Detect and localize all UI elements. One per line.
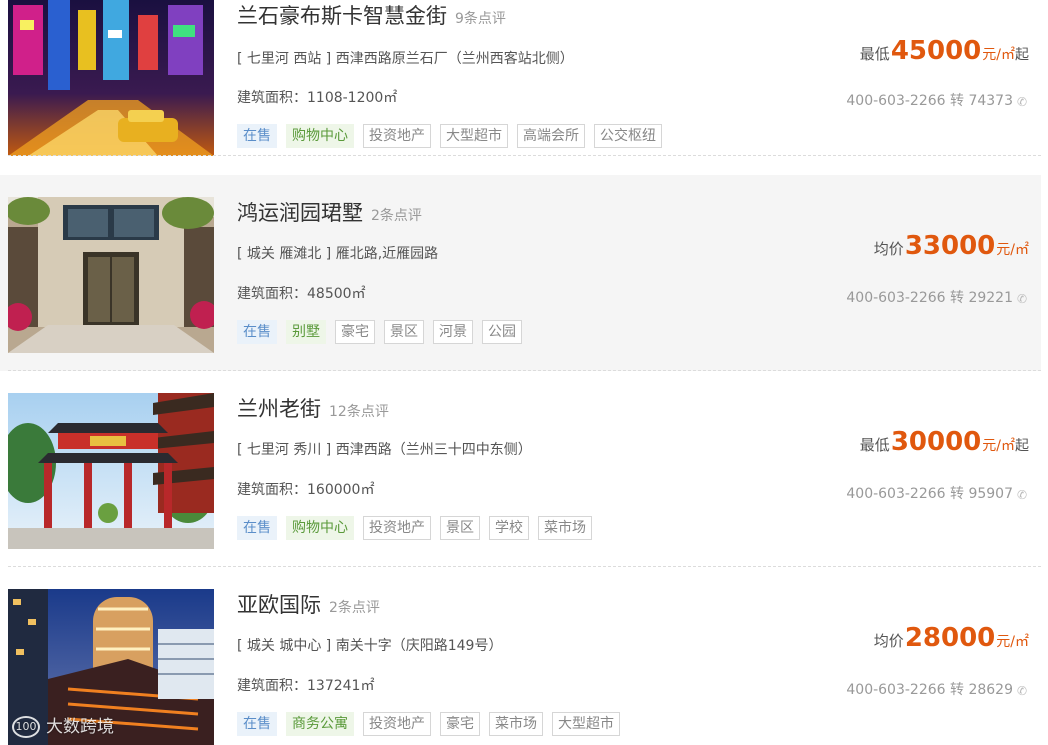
tag: 大型超市 — [440, 124, 508, 148]
phone-number: 400-603-2266 转 29221 — [846, 290, 1013, 306]
price-value: 33000 — [904, 231, 996, 261]
phone-icon: ✆ — [1017, 292, 1028, 306]
price-unit: 元/㎡ — [996, 242, 1029, 258]
listing-phone[interactable]: 400-603-2266 转 74373 ✆ — [846, 90, 1029, 110]
price-label: 均价 — [873, 632, 904, 650]
listing-title-row: 兰石豪布斯卡智慧金街 9条点评 — [237, 0, 506, 30]
listing-address: [ 七里河 西站 ] 西津西路原兰石厂（兰州西客站北侧） — [237, 51, 574, 67]
watermark: 100 大数跨境 — [12, 712, 114, 738]
review-count[interactable]: 12条点评 — [329, 404, 389, 420]
phone-icon: ✆ — [1017, 684, 1028, 698]
listing-title[interactable]: 兰州老街 — [237, 397, 321, 421]
listing-image[interactable] — [8, 0, 214, 156]
listing-tags: 在售 别墅 豪宅 景区 河景 公园 — [237, 320, 531, 346]
tag: 投资地产 — [363, 516, 431, 540]
tag: 公园 — [482, 320, 522, 344]
price-unit: 元/㎡ — [996, 634, 1029, 650]
phone-number: 400-603-2266 转 74373 — [846, 93, 1013, 109]
tag-type: 商务公寓 — [286, 712, 354, 736]
watermark-text: 大数跨境 — [46, 717, 114, 737]
listing-address: [ 七里河 秀川 ] 西津西路（兰州三十四中东侧） — [237, 442, 532, 458]
price-label: 最低 — [859, 45, 890, 63]
tag: 菜市场 — [489, 712, 543, 736]
tag: 菜市场 — [538, 516, 592, 540]
villa-entrance-image — [8, 197, 214, 353]
listing-price: 最低45000元/㎡起 — [860, 36, 1029, 66]
tag: 投资地产 — [363, 712, 431, 736]
listing-phone[interactable]: 400-603-2266 转 95907 ✆ — [846, 483, 1029, 503]
listing-price: 最低30000元/㎡起 — [860, 427, 1029, 457]
tag-status: 在售 — [237, 712, 277, 736]
divider — [8, 155, 1041, 156]
phone-number: 400-603-2266 转 95907 — [846, 486, 1013, 502]
tag: 豪宅 — [335, 320, 375, 344]
listing-phone[interactable]: 400-603-2266 转 29221 ✆ — [846, 287, 1029, 307]
tag: 豪宅 — [440, 712, 480, 736]
tag-type: 购物中心 — [286, 516, 354, 540]
phone-number: 400-603-2266 转 28629 — [846, 682, 1013, 698]
price-value: 28000 — [904, 623, 996, 653]
listing-image[interactable] — [8, 393, 214, 549]
tag-status: 在售 — [237, 124, 277, 148]
listing-area: 建筑面积：137241㎡ — [237, 678, 375, 694]
phone-icon: ✆ — [1017, 488, 1028, 502]
city-night-street-image — [8, 0, 214, 156]
price-value: 45000 — [890, 36, 982, 66]
watermark-logo-icon: 100 — [12, 716, 40, 738]
listing-phone[interactable]: 400-603-2266 转 28629 ✆ — [846, 679, 1029, 699]
listing-price: 均价33000元/㎡ — [874, 231, 1029, 261]
price-value: 30000 — [890, 427, 982, 457]
listing-item[interactable]: 兰州老街 12条点评 [ 七里河 秀川 ] 西津西路（兰州三十四中东侧） 建筑面积… — [0, 371, 1041, 567]
tag: 景区 — [384, 320, 424, 344]
review-count[interactable]: 9条点评 — [455, 11, 506, 27]
tag-status: 在售 — [237, 320, 277, 344]
tag: 学校 — [489, 516, 529, 540]
listing-tags: 在售 购物中心 投资地产 景区 学校 菜市场 — [237, 516, 601, 542]
price-unit: 元/㎡ — [982, 438, 1015, 454]
listing-address: [ 城关 城中心 ] 南关十字（庆阳路149号） — [237, 638, 503, 654]
price-label: 均价 — [873, 240, 904, 258]
review-count[interactable]: 2条点评 — [371, 208, 422, 224]
tag: 大型超市 — [552, 712, 620, 736]
listing-address: [ 城关 雁滩北 ] 雁北路,近雁园路 — [237, 246, 439, 262]
tag: 景区 — [440, 516, 480, 540]
price-suffix: 起 — [1015, 47, 1029, 63]
listing-title[interactable]: 亚欧国际 — [237, 593, 321, 617]
listing-title-row: 兰州老街 12条点评 — [237, 393, 389, 423]
tag-type: 别墅 — [286, 320, 326, 344]
listing-title-row: 鸿运润园珺墅 2条点评 — [237, 197, 422, 227]
listing-area: 建筑面积：48500㎡ — [237, 286, 366, 302]
tag: 投资地产 — [363, 124, 431, 148]
listing-price: 均价28000元/㎡ — [874, 623, 1029, 653]
price-label: 最低 — [859, 436, 890, 454]
listing-tags: 在售 商务公寓 投资地产 豪宅 菜市场 大型超市 — [237, 712, 629, 738]
listing-image[interactable] — [8, 197, 214, 353]
price-suffix: 起 — [1015, 438, 1029, 454]
tag: 高端会所 — [517, 124, 585, 148]
listing-title-row: 亚欧国际 2条点评 — [237, 589, 380, 619]
tag: 公交枢纽 — [594, 124, 662, 148]
listing-list: 兰石豪布斯卡智慧金街 9条点评 [ 七里河 西站 ] 西津西路原兰石厂（兰州西客站… — [0, 0, 1048, 745]
listing-item[interactable]: 鸿运润园珺墅 2条点评 [ 城关 雁滩北 ] 雁北路,近雁园路 建筑面积：4850… — [0, 175, 1041, 371]
listing-item[interactable]: 亚欧国际 2条点评 [ 城关 城中心 ] 南关十字（庆阳路149号） 建筑面积：1… — [0, 567, 1041, 745]
price-unit: 元/㎡ — [982, 47, 1015, 63]
listing-area: 建筑面积：1108-1200㎡ — [237, 90, 398, 106]
listing-title[interactable]: 鸿运润园珺墅 — [237, 201, 363, 225]
phone-icon: ✆ — [1017, 95, 1028, 109]
listing-tags: 在售 购物中心 投资地产 大型超市 高端会所 公交枢纽 — [237, 124, 671, 150]
listing-title[interactable]: 兰石豪布斯卡智慧金街 — [237, 4, 447, 28]
listing-area: 建筑面积：160000㎡ — [237, 482, 375, 498]
review-count[interactable]: 2条点评 — [329, 600, 380, 616]
tag: 河景 — [433, 320, 473, 344]
tag-type: 购物中心 — [286, 124, 354, 148]
chinese-gate-image — [8, 393, 214, 549]
tag-status: 在售 — [237, 516, 277, 540]
listing-item[interactable]: 兰石豪布斯卡智慧金街 9条点评 [ 七里河 西站 ] 西津西路原兰石厂（兰州西客站… — [0, 0, 1041, 156]
